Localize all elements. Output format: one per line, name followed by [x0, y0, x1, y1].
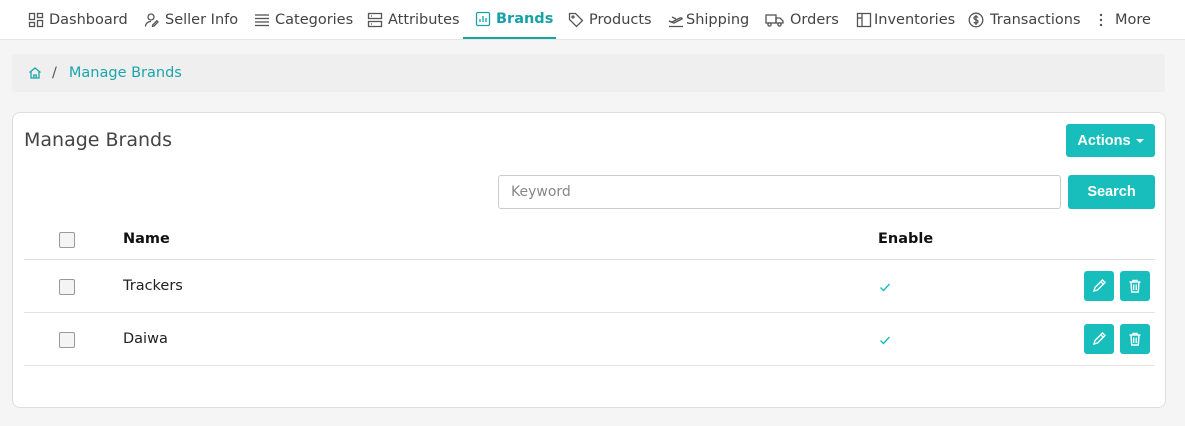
row-checkbox[interactable] [59, 332, 75, 348]
column-header-name[interactable]: Name [123, 231, 170, 247]
breadcrumb: / Manage Brands [12, 54, 1165, 92]
select-all-checkbox[interactable] [59, 232, 75, 248]
nav-item-inventories[interactable]: Inventories [856, 0, 955, 40]
nav-item-label: Seller Info [165, 12, 239, 28]
edit-button[interactable] [1084, 324, 1114, 354]
nav-item-label: Dashboard [49, 12, 128, 28]
keyword-search-input[interactable] [498, 175, 1061, 209]
table-header-divider [24, 259, 1155, 260]
row-divider [24, 365, 1155, 366]
breadcrumb-separator: / [52, 65, 57, 81]
nav-item-products[interactable]: Products [568, 0, 652, 40]
bar-chart-icon [475, 11, 491, 27]
nav-item-more[interactable]: More [1097, 0, 1151, 40]
nav-item-orders[interactable]: Orders [765, 0, 839, 40]
check-icon [880, 283, 891, 292]
trash-icon [1129, 332, 1141, 346]
column-header-enable[interactable]: Enable [878, 231, 933, 247]
nav-item-attributes[interactable]: Attributes [367, 0, 460, 40]
nav-item-transactions[interactable]: Transactions [968, 0, 1081, 40]
nav-item-label: Orders [790, 12, 839, 28]
check-icon [880, 336, 891, 345]
manage-brands-card: Manage Brands Actions Search Name Enable… [12, 112, 1166, 408]
page-title: Manage Brands [24, 129, 173, 151]
nav-item-dashboard[interactable]: Dashboard [28, 0, 128, 40]
brand-name-cell: Trackers [123, 278, 183, 294]
list-lines-icon [254, 12, 270, 28]
row-checkbox[interactable] [59, 279, 75, 295]
truck-icon [765, 12, 784, 28]
nav-item-seller-info[interactable]: Seller Info [144, 0, 238, 40]
top-navigation: Dashboard Seller Info Categories Attribu… [0, 0, 1185, 40]
edit-button[interactable] [1084, 271, 1114, 301]
server-icon [367, 12, 383, 28]
breadcrumb-current[interactable]: Manage Brands [69, 65, 182, 81]
more-vertical-icon [1097, 12, 1105, 28]
user-icon [144, 12, 160, 28]
dashboard-grid-icon [28, 12, 44, 28]
nav-item-label: Brands [496, 10, 554, 27]
delete-button[interactable] [1120, 324, 1150, 354]
search-button[interactable]: Search [1068, 175, 1155, 209]
pencil-icon [1092, 279, 1106, 293]
layout-icon [856, 12, 872, 28]
nav-item-label: Transactions [990, 12, 1081, 28]
actions-button-label: Actions [1077, 132, 1131, 149]
pencil-icon [1092, 332, 1106, 346]
nav-item-label: Attributes [388, 12, 460, 28]
plane-icon [668, 12, 684, 28]
row-divider [24, 312, 1155, 313]
delete-button[interactable] [1120, 271, 1150, 301]
dollar-circle-icon [968, 12, 984, 28]
actions-button[interactable]: Actions [1066, 124, 1155, 157]
home-icon[interactable] [28, 66, 42, 80]
nav-item-shipping[interactable]: Shipping [668, 0, 749, 40]
nav-item-categories[interactable]: Categories [254, 0, 353, 40]
nav-item-label: Inventories [874, 12, 956, 28]
nav-item-label: Products [589, 12, 652, 28]
nav-item-label: Shipping [686, 12, 750, 28]
nav-item-label: More [1115, 12, 1151, 28]
nav-item-brands[interactable]: Brands [463, 0, 556, 39]
tag-icon [568, 12, 584, 28]
trash-icon [1129, 279, 1141, 293]
brand-name-cell: Daiwa [123, 331, 168, 347]
caret-down-icon [1135, 138, 1144, 143]
nav-item-label: Categories [275, 12, 354, 28]
